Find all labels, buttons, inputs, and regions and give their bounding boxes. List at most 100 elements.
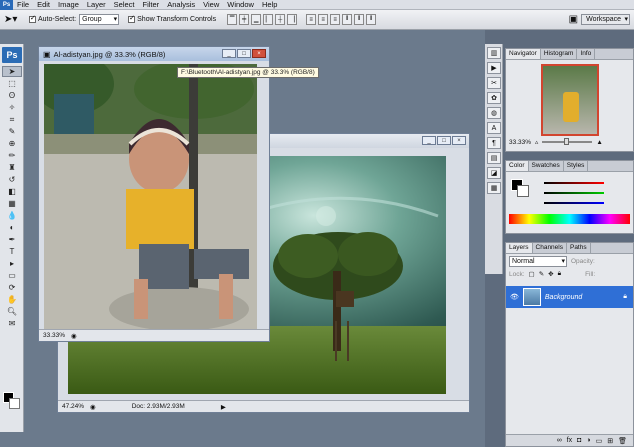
navigator-zoom-value[interactable]: 33.33% [509,139,531,146]
distribute-left-icon[interactable]: ⦀ [342,14,353,25]
crop-tool-icon[interactable]: ⌗ [2,114,22,125]
history-brush-tool-icon[interactable]: ↺ [2,174,22,185]
menu-window[interactable]: Window [223,0,258,10]
menu-image[interactable]: Image [54,0,83,10]
new-layer-icon[interactable]: ⊞ [607,437,613,445]
notes-tool-icon[interactable]: ✉ [2,318,22,329]
history-panel-icon[interactable]: ▥ [487,47,501,59]
blur-tool-icon[interactable]: 💧 [2,210,22,221]
align-hcenter-icon[interactable]: ┼ [275,14,286,25]
lock-pixels-icon[interactable]: ✎ [539,270,544,278]
clone-stamp-tool-icon[interactable]: ♜ [2,162,22,173]
new-group-icon[interactable]: ▭ [596,437,603,445]
align-bottom-icon[interactable]: ▁ [251,14,262,25]
workspace-dropdown[interactable]: Workspace [581,14,630,25]
dodge-tool-icon[interactable]: ◐ [2,222,22,233]
minimize-icon[interactable]: _ [222,49,236,58]
brush-tool-icon[interactable]: ✏ [2,150,22,161]
workspace-icon[interactable]: ▣ [569,14,578,25]
menu-analysis[interactable]: Analysis [163,0,199,10]
tools-preset-icon[interactable]: ✂ [487,77,501,89]
tab-styles[interactable]: Styles [564,161,589,171]
document-window-photo[interactable]: ▣ Al-adistyan.jpg @ 33.3% (RGB/8) _ □ × [38,46,270,342]
zoom-out-icon[interactable]: ▵ [535,138,538,146]
menu-select[interactable]: Select [110,0,139,10]
menu-edit[interactable]: Edit [33,0,54,10]
distribute-vcenter-icon[interactable]: ≡ [318,14,329,25]
red-slider[interactable] [544,182,604,184]
add-mask-icon[interactable]: ◘ [577,437,581,444]
visibility-eye-icon[interactable]: 👁︎ [510,293,519,301]
layer-comps-icon[interactable]: ▤ [487,152,501,164]
healing-brush-tool-icon[interactable]: ⊕ [2,138,22,149]
move-tool-icon[interactable]: ➤ [2,66,22,77]
clone-source-icon[interactable]: ◍ [487,107,501,119]
tab-color[interactable]: Color [506,161,529,171]
align-vcenter-icon[interactable]: ╪ [239,14,250,25]
menu-layer[interactable]: Layer [83,0,110,10]
tab-histogram[interactable]: Histogram [541,49,578,59]
maximize-icon[interactable]: □ [237,49,251,58]
blend-mode-dropdown[interactable]: Normal [509,255,567,267]
color-spectrum[interactable] [509,214,630,224]
green-slider[interactable] [544,192,604,194]
lasso-tool-icon[interactable]: ʘ [2,90,22,101]
tab-info[interactable]: Info [577,49,596,59]
distribute-bottom-icon[interactable]: ≡ [330,14,341,25]
photo-canvas[interactable] [44,64,257,329]
magic-wand-tool-icon[interactable]: ✧ [2,102,22,113]
path-selection-tool-icon[interactable]: ▸ [2,258,22,269]
blue-slider[interactable] [544,202,604,204]
background-color-swatch[interactable] [9,398,20,409]
auto-select-dropdown[interactable]: Group [79,14,120,25]
tab-layers[interactable]: Layers [506,243,533,253]
menu-file[interactable]: File [13,0,33,10]
tab-channels[interactable]: Channels [533,243,567,253]
paragraph-panel-icon[interactable]: ¶ [487,137,501,149]
status-arrow-icon[interactable]: ▶ [221,403,226,411]
align-left-icon[interactable]: ▏ [263,14,274,25]
close-icon[interactable]: × [452,136,466,145]
menu-view[interactable]: View [199,0,223,10]
lock-all-icon[interactable]: 🔒︎ [558,270,561,278]
tab-navigator[interactable]: Navigator [506,49,541,59]
link-layers-icon[interactable]: ∞ [557,437,562,444]
adjustment-layer-icon[interactable]: ◑ [586,437,590,444]
tab-paths[interactable]: Paths [567,243,591,253]
eraser-tool-icon[interactable]: ◧ [2,186,22,197]
menu-filter[interactable]: Filter [139,0,164,10]
navigator-zoom-slider[interactable] [542,138,593,145]
marquee-tool-icon[interactable]: ⬚ [2,78,22,89]
align-right-icon[interactable]: ▕ [287,14,298,25]
adjustments-icon[interactable]: ◪ [487,167,501,179]
photo-zoom-value[interactable]: 33.33% [43,332,65,339]
brushes-panel-icon[interactable]: ✿ [487,92,501,104]
actions-panel-icon[interactable]: ▶ [487,62,501,74]
eyedropper-tool-icon[interactable]: ✎ [2,126,22,137]
tab-swatches[interactable]: Swatches [529,161,564,171]
zoom-tool-icon[interactable]: 🔍︎ [2,306,22,317]
layer-style-icon[interactable]: fx [567,437,572,444]
menu-help[interactable]: Help [258,0,281,10]
navigator-preview[interactable] [540,64,599,136]
delete-layer-icon[interactable]: 🗑︎ [618,437,627,445]
gradient-tool-icon[interactable]: ▦ [2,198,22,209]
character-panel-icon[interactable]: A [487,122,501,134]
minimize-icon[interactable]: _ [422,136,436,145]
distribute-hcenter-icon[interactable]: ⦀ [354,14,365,25]
lock-transparent-icon[interactable]: ▢ [529,270,535,278]
shape-tool-icon[interactable]: ▭ [2,270,22,281]
type-tool-icon[interactable]: T [2,246,22,257]
auto-select-checkbox[interactable] [29,14,36,23]
show-transform-checkbox[interactable] [128,14,136,23]
photo-titlebar[interactable]: ▣ Al-adistyan.jpg @ 33.3% (RGB/8) _ □ × [39,47,269,61]
distribute-top-icon[interactable]: ≡ [306,14,317,25]
distribute-right-icon[interactable]: ⦀ [366,14,377,25]
align-top-icon[interactable]: ▔ [227,14,238,25]
zoom-in-icon[interactable]: ▲ [596,139,602,146]
lock-position-icon[interactable]: ✥ [548,270,553,278]
pen-tool-icon[interactable]: ✒ [2,234,22,245]
close-icon[interactable]: × [252,49,266,58]
masks-icon[interactable]: ▦ [487,182,501,194]
3d-tool-icon[interactable]: ⟳ [2,282,22,293]
